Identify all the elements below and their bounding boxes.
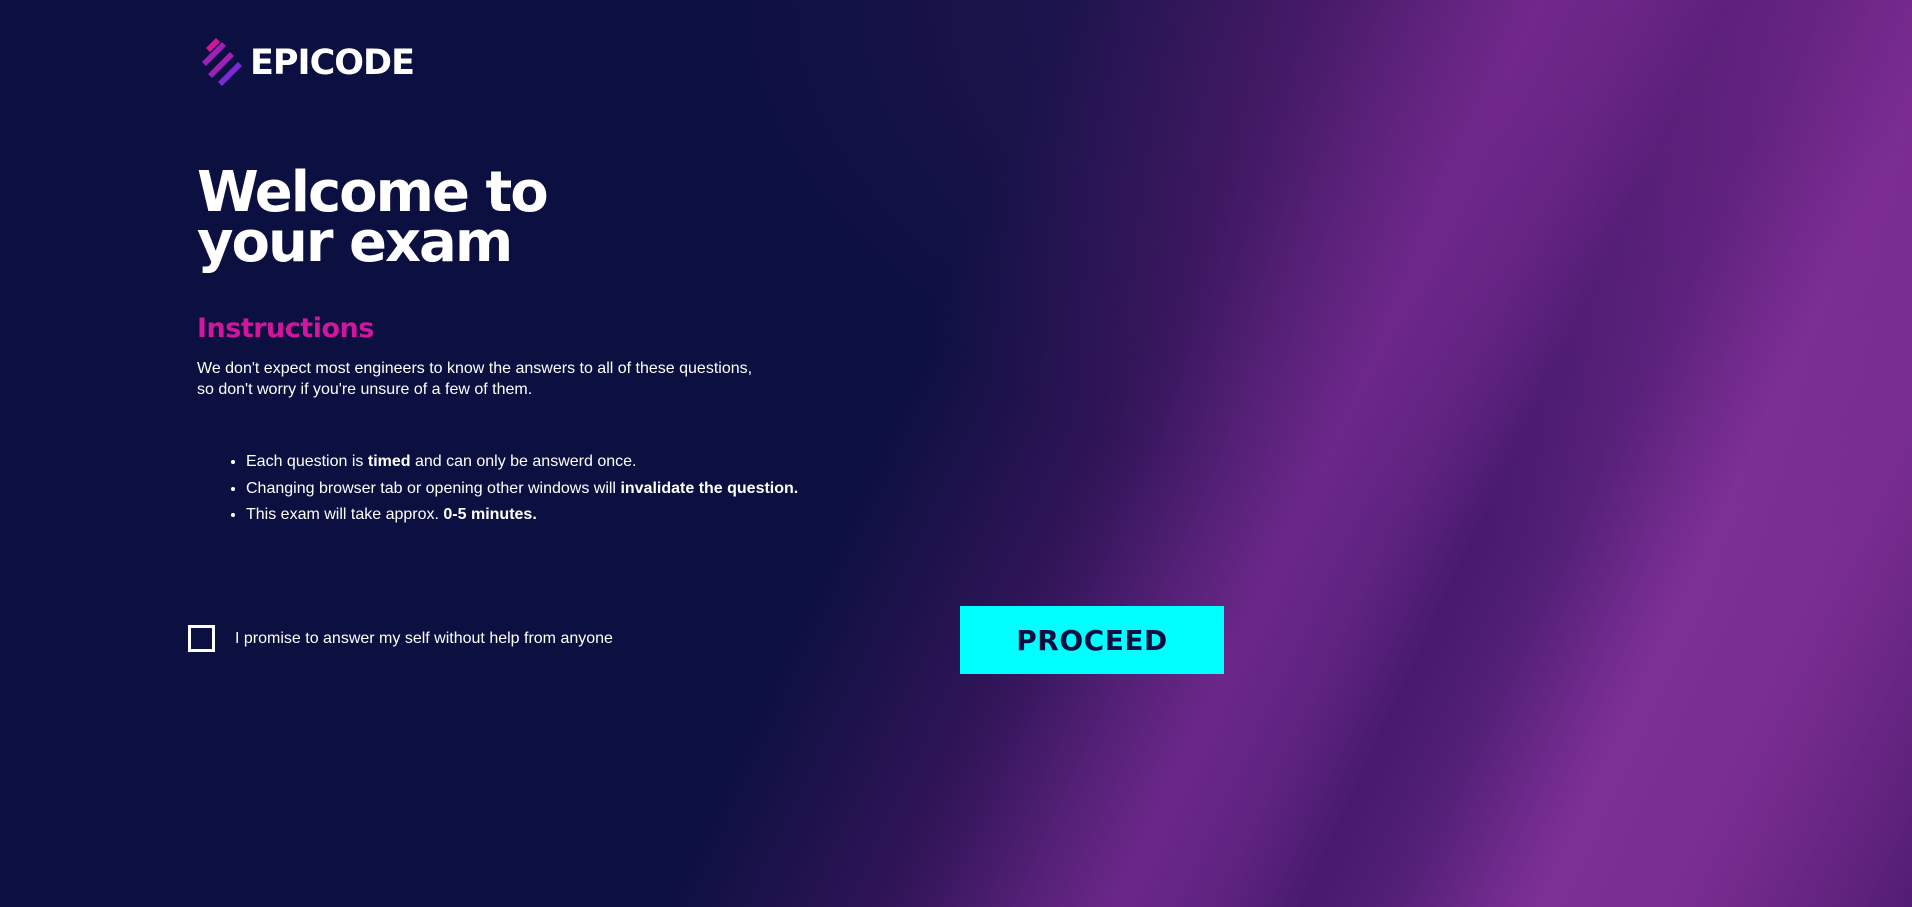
rules-list: Each question is timed and can only be a…: [197, 449, 798, 529]
rule-emphasis: 0-5 minutes.: [443, 506, 537, 523]
brand-logo: EPICODE: [200, 38, 415, 88]
page-title-line2: your exam: [197, 210, 513, 275]
rule-item: Changing browser tab or opening other wi…: [246, 476, 798, 503]
instructions-intro: We don't expect most engineers to know t…: [197, 360, 753, 398]
brand-name: EPICODE: [250, 43, 415, 83]
rule-text: and can only be answerd once.: [410, 453, 637, 470]
proceed-button[interactable]: PROCEED: [960, 606, 1224, 674]
promise-label: I promise to answer my self without help…: [235, 629, 613, 647]
rule-text: Changing browser tab or opening other wi…: [246, 479, 621, 497]
promise-checkbox[interactable]: [188, 625, 215, 652]
instructions-heading: Instructions: [197, 313, 374, 344]
exam-welcome-page: EPICODE Welcome to your exam Instruction…: [0, 0, 1912, 907]
rule-text: Each question is: [246, 453, 368, 470]
rule-emphasis: invalidate the question.: [620, 479, 799, 497]
rule-item: Each question is timed and can only be a…: [246, 449, 798, 476]
rule-emphasis: timed: [367, 453, 411, 470]
rule-item: This exam will take approx. 0-5 minutes.: [246, 502, 798, 529]
promise-checkbox-row[interactable]: I promise to answer my self without help…: [188, 625, 613, 652]
rule-text: This exam will take approx.: [246, 506, 444, 523]
epicode-stripes-icon: [202, 38, 242, 86]
page-title: Welcome to your exam: [197, 165, 549, 271]
